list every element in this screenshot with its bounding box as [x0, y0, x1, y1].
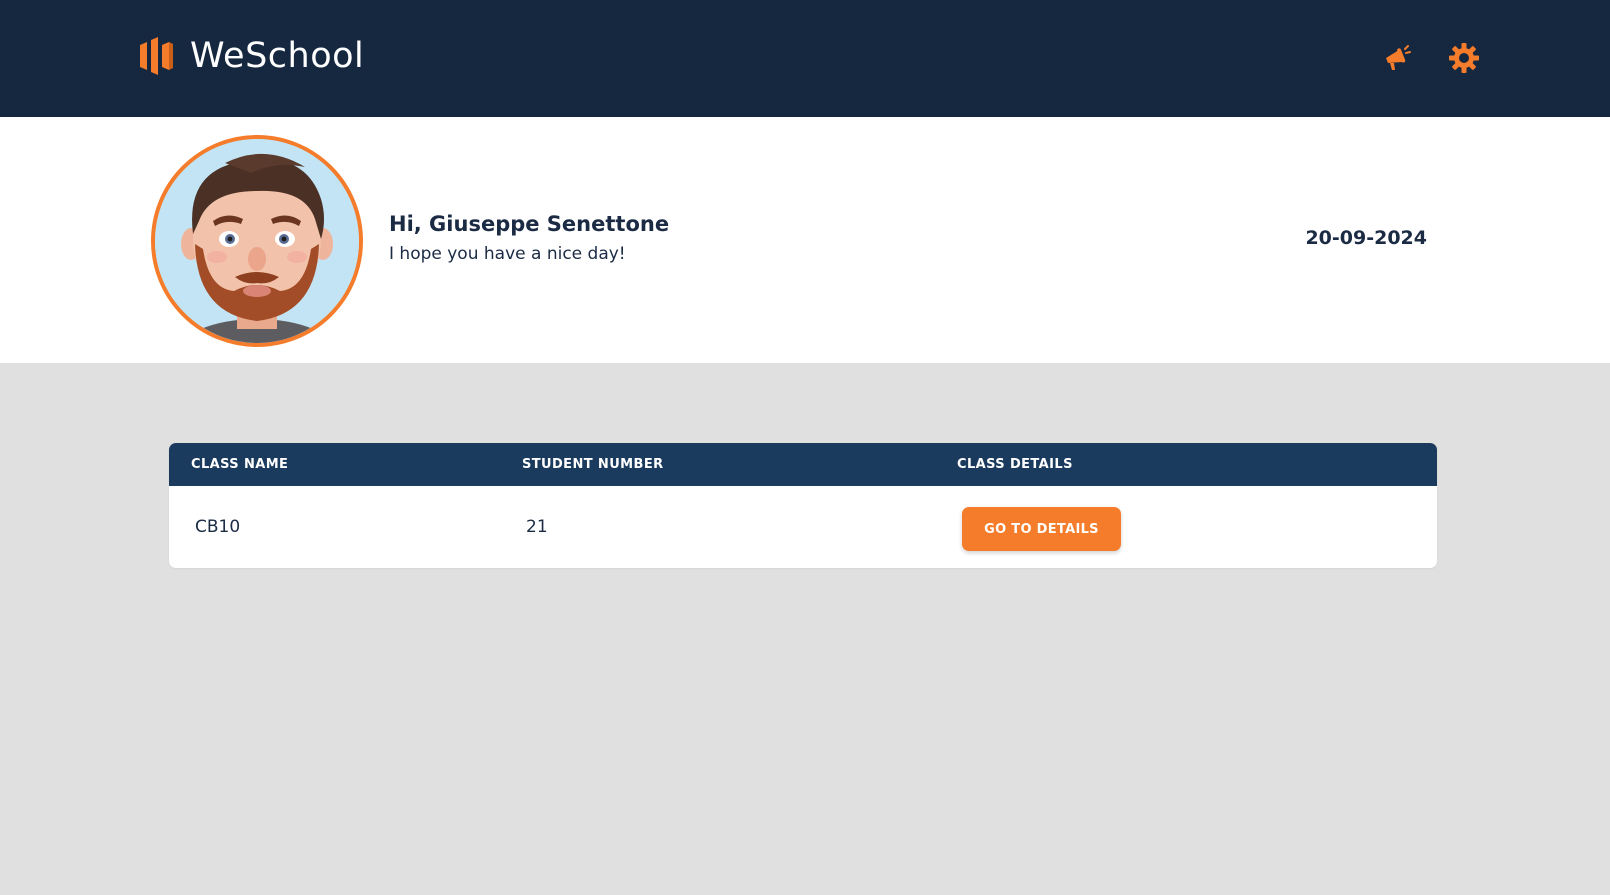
gear-icon: [1449, 43, 1479, 73]
weschool-logo-icon: [140, 37, 173, 75]
avatar: [151, 135, 363, 347]
student-number-cell: 21: [526, 517, 548, 537]
brand-name: WeSchool: [190, 36, 365, 76]
column-header-student-number: STUDENT NUMBER: [522, 457, 664, 472]
table-header: CLASS NAME STUDENT NUMBER CLASS DETAILS: [169, 443, 1437, 486]
top-navigation-bar: WeSchool: [0, 0, 1610, 117]
greeting-subtitle: I hope you have a nice day!: [389, 244, 626, 264]
column-header-class-name: CLASS NAME: [191, 457, 289, 472]
go-to-details-button[interactable]: GO TO DETAILS: [962, 507, 1121, 551]
column-header-class-details: CLASS DETAILS: [957, 457, 1073, 472]
settings-button[interactable]: [1444, 38, 1484, 78]
class-name-cell: CB10: [195, 517, 241, 537]
profile-banner: Hi, Giuseppe Senettone I hope you have a…: [0, 117, 1610, 363]
user-avatar-image: [155, 139, 359, 343]
current-date: 20-09-2024: [1305, 227, 1427, 249]
greeting-heading: Hi, Giuseppe Senettone: [389, 212, 670, 236]
table-row: CB10 21 GO TO DETAILS: [169, 486, 1437, 568]
brand[interactable]: WeSchool: [138, 34, 364, 78]
megaphone-icon: [1386, 45, 1411, 70]
classes-table: CLASS NAME STUDENT NUMBER CLASS DETAILS …: [169, 443, 1437, 568]
announcements-button[interactable]: [1377, 38, 1417, 78]
